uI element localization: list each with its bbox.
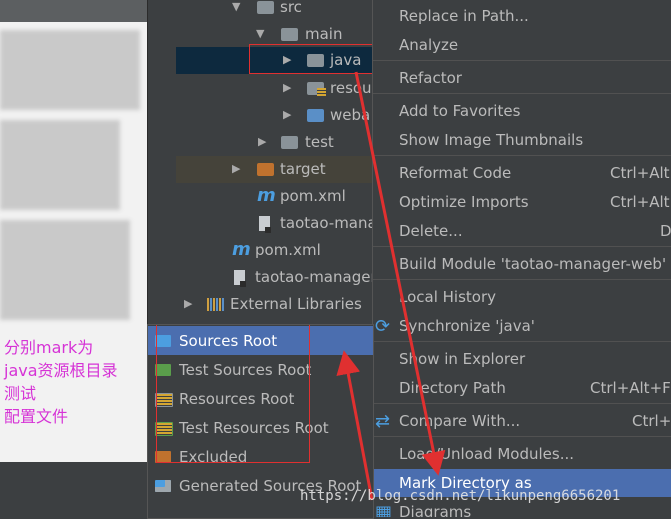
- annotation-arrows: [336, 71, 446, 501]
- arrow-down: [354, 71, 446, 476]
- watermark: https://blog.csdn.net/likunpeng6656201: [300, 488, 621, 504]
- arrow-up: [336, 350, 374, 501]
